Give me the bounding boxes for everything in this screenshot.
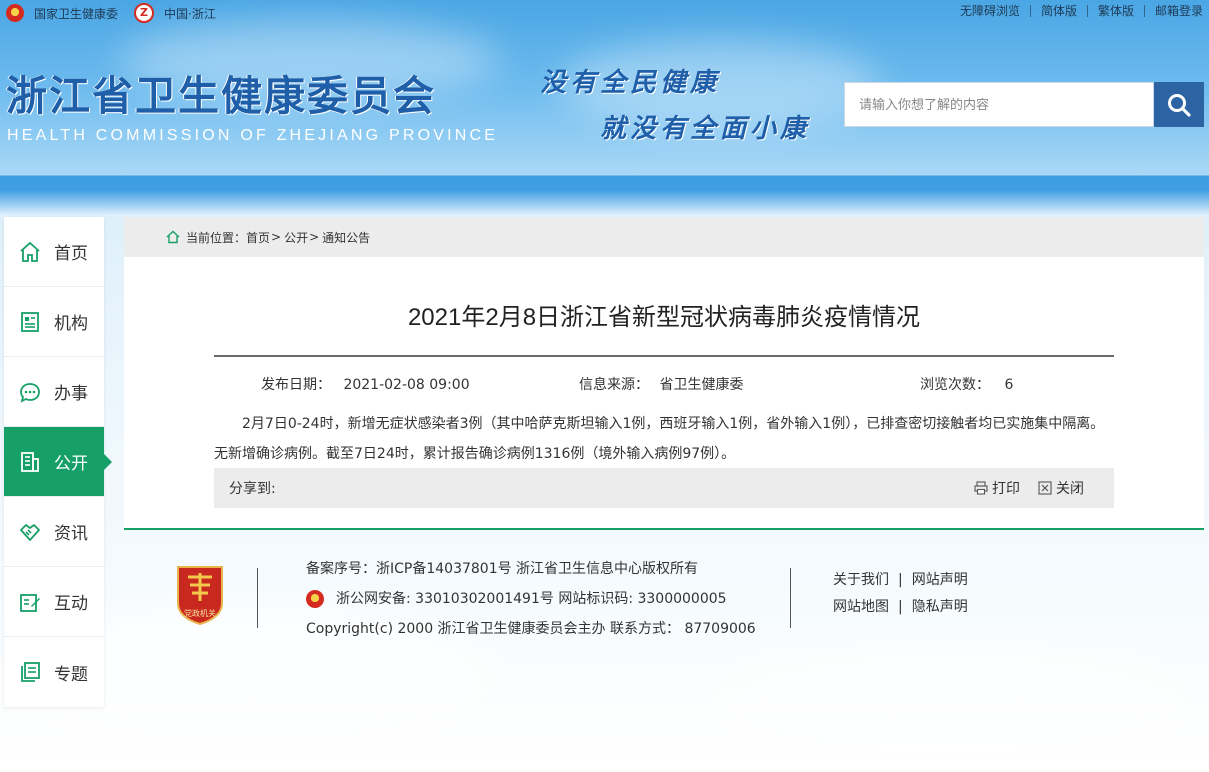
printer-icon (974, 481, 988, 495)
building-icon (18, 450, 42, 474)
slogan-line-1: 没有全民健康 (540, 68, 721, 98)
nav-item-label: 首页 (54, 244, 88, 264)
site-statement-link[interactable]: 网站声明 (912, 567, 968, 594)
source-label: 信息来源： (579, 377, 649, 393)
breadcrumb-separator: > (309, 230, 320, 244)
breadcrumb: 当前位置： 首页 > 公开 > 通知公告 (124, 217, 1204, 257)
breadcrumb-notices[interactable]: 通知公告 (322, 229, 370, 246)
copyright-line: Copyright(c) 2000 浙江省卫生健康委员会主办 联系方式： 877… (306, 621, 756, 637)
site-title[interactable]: 浙江省卫生健康委员会 (6, 62, 436, 122)
nav-item-services[interactable]: 办事 (4, 357, 104, 427)
divider (1029, 4, 1031, 17)
nav-item-label: 专题 (54, 664, 88, 685)
nav-item-label: 公开 (54, 454, 88, 474)
share-label: 分享到: (229, 481, 276, 497)
article-body: 2月7日0-24时，新增无症状感染者3例（其中哈萨克斯坦输入1例，西班牙输入1例… (214, 416, 1105, 462)
traditional-link[interactable]: 繁体版 (1098, 2, 1134, 19)
national-emblem-icon (6, 4, 24, 22)
nav-item-topics[interactable]: 专题 (4, 637, 104, 707)
simplified-link[interactable]: 简体版 (1041, 2, 1077, 19)
views-value: 6 (1004, 377, 1014, 393)
footer-cloud (700, 640, 1200, 770)
accessibility-link[interactable]: 无障碍浏览 (960, 2, 1020, 19)
divider (1143, 4, 1145, 17)
search-icon (1168, 93, 1191, 117)
chat-icon (18, 380, 42, 404)
divider (1086, 4, 1088, 17)
breadcrumb-home[interactable]: 首页 (246, 229, 270, 246)
views-label: 浏览次数： (920, 377, 990, 393)
footer-info: 备案序号：浙ICP备14037801号 浙江省卫生信息中心版权所有 浙公网安备:… (306, 554, 756, 644)
footer-links: 关于我们 | 网站声明 网站地图 | 隐私声明 (833, 567, 968, 621)
article-title: 2021年2月8日浙江省新型冠状病毒肺炎疫情情况 (407, 304, 921, 331)
nav-item-label: 机构 (54, 314, 88, 334)
close-icon (1038, 481, 1052, 495)
close-label: 关闭 (1056, 481, 1084, 497)
zhejiang-logo-icon: Z (134, 3, 155, 23)
nav-item-label: 资讯 (54, 524, 88, 544)
info-source: 信息来源： 省卫生健康委 (579, 374, 743, 394)
breadcrumb-prefix: 当前位置： (186, 230, 247, 245)
home-icon (18, 240, 42, 264)
mail-login-link[interactable]: 邮箱登录 (1155, 2, 1203, 19)
edit-icon (18, 590, 42, 614)
title-divider (214, 355, 1114, 357)
print-label: 打印 (992, 481, 1020, 497)
breadcrumb-separator: > (271, 230, 282, 244)
police-emblem-icon (306, 590, 324, 608)
close-button[interactable]: 关闭 (1038, 478, 1084, 498)
handshake-icon (18, 520, 42, 544)
print-button[interactable]: 打印 (974, 478, 1020, 498)
slogan-line-2: 就没有全面小康 (600, 114, 811, 144)
search-input[interactable] (844, 82, 1154, 127)
nav-item-public[interactable]: 公开 (4, 427, 112, 497)
region-link[interactable]: 中国·浙江 (164, 5, 216, 22)
view-count: 浏览次数： 6 (920, 374, 1013, 394)
share-bar: 分享到: 打印 关闭 (214, 468, 1114, 508)
breadcrumb-public[interactable]: 公开 (284, 229, 308, 246)
nav-item-news[interactable]: 资讯 (4, 497, 104, 567)
footer-divider (124, 528, 1204, 530)
document-icon (18, 310, 42, 334)
search-box (844, 82, 1204, 127)
source-value: 省卫生健康委 (659, 377, 744, 393)
nav-item-interaction[interactable]: 互动 (4, 567, 104, 637)
party-gov-badge[interactable]: 党政机关 (174, 563, 226, 625)
divider: | (898, 572, 903, 588)
nav-item-label: 互动 (54, 594, 88, 614)
footer-separator (790, 568, 791, 628)
date-value: 2021-02-08 09:00 (343, 377, 470, 393)
top-bar: 国家卫生健康委 Z 中国·浙江 无障碍浏览 简体版 繁体版 邮箱登录 (0, 0, 1209, 24)
nav-item-home[interactable]: 首页 (4, 217, 104, 287)
badge-text: 党政机关 (184, 608, 216, 618)
footer-separator (257, 568, 258, 628)
police-text: 浙公网安备: 33010302001491号 网站标识码: 3300000005 (336, 591, 727, 607)
notes-icon (18, 660, 42, 684)
privacy-link[interactable]: 隐私声明 (912, 594, 968, 621)
side-nav: 首页 机构 办事 公开 资讯 互动 专题 (4, 217, 112, 707)
about-us-link[interactable]: 关于我们 (833, 567, 889, 594)
nav-item-organization[interactable]: 机构 (4, 287, 104, 357)
date-label: 发布日期： (261, 377, 331, 393)
sitemap-link[interactable]: 网站地图 (833, 594, 889, 621)
search-button[interactable] (1154, 82, 1204, 127)
police-line: 浙公网安备: 33010302001491号 网站标识码: 3300000005 (306, 584, 756, 614)
article-panel: 当前位置： 首页 > 公开 > 通知公告 2021年2月8日浙江省新型冠状病毒肺炎疫… (124, 217, 1204, 529)
site-title-english: HEALTH COMMISSION OF ZHEJIANG PROVINCE (7, 127, 499, 144)
nav-item-label: 办事 (54, 384, 88, 404)
divider: | (898, 599, 903, 615)
icp-line: 备案序号：浙ICP备14037801号 浙江省卫生信息中心版权所有 (306, 561, 699, 577)
org-link[interactable]: 国家卫生健康委 (34, 5, 118, 22)
home-icon (166, 230, 180, 244)
publish-date: 发布日期： 2021-02-08 09:00 (261, 374, 470, 394)
